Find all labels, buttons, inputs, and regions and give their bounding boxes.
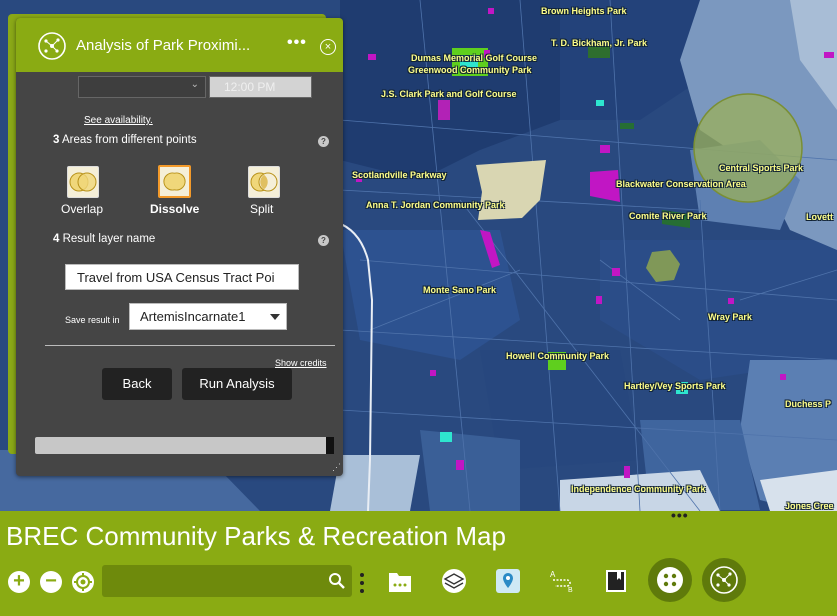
app-title: BREC Community Parks & Recreation Map	[6, 521, 506, 551]
section-label: Areas from different points	[61, 134, 197, 146]
chevron-down-icon: ⌄	[190, 79, 199, 90]
time-value: 12:00 PM	[224, 80, 276, 94]
section-label: Result layer name	[62, 233, 156, 245]
analysis-active-button[interactable]	[702, 558, 746, 602]
show-credits-link[interactable]: Show credits	[275, 358, 327, 368]
split-option-label[interactable]: Split	[250, 202, 273, 216]
progress-bar-end	[326, 437, 334, 454]
svg-text:B: B	[568, 587, 573, 594]
map-label: Comite River Park	[629, 211, 707, 221]
bookmark-icon[interactable]	[603, 568, 629, 594]
section-3-title: 3 Areas from different points	[53, 134, 197, 146]
map-label: Scotlandville Parkway	[352, 170, 447, 180]
more-options-icon[interactable]: •••	[287, 34, 307, 52]
directions-icon[interactable]	[495, 568, 521, 594]
run-analysis-button[interactable]: Run Analysis	[182, 368, 292, 400]
progress-bar	[35, 437, 333, 454]
see-availability-link[interactable]: See availability.	[84, 115, 153, 126]
map-label: Independence Community Park	[571, 484, 706, 494]
close-icon[interactable]: ×	[320, 39, 336, 55]
analysis-panel: Analysis of Park Proximi... ••• × ⌄ 12:0…	[8, 14, 343, 476]
bottom-toolbar: ••• BREC Community Parks & Recreation Ma…	[0, 507, 837, 616]
zoom-out-button[interactable]: −	[40, 571, 62, 593]
date-field[interactable]: ⌄	[78, 76, 206, 98]
map-label: Blackwater Conservation Area	[616, 179, 746, 189]
dissolve-option-label[interactable]: Dissolve	[150, 202, 199, 216]
dissolve-option-icon[interactable]	[158, 165, 191, 198]
map-label: Greenwood Community Park	[408, 65, 532, 75]
analysis-icon	[38, 32, 66, 60]
vertical-menu-icon[interactable]	[359, 572, 365, 594]
overlap-option-label[interactable]: Overlap	[61, 202, 103, 216]
overlap-option-icon[interactable]	[67, 166, 99, 198]
panel-body: Analysis of Park Proximi... ••• × ⌄ 12:0…	[16, 18, 343, 476]
layer-list-icon[interactable]	[387, 568, 413, 594]
map-label: Jones Cree	[785, 501, 834, 511]
locate-button[interactable]	[72, 571, 94, 593]
svg-text:A: A	[550, 570, 556, 579]
save-folder-select[interactable]: ArtemisIncarnate1	[129, 303, 287, 330]
map-label: T. D. Bickham, Jr. Park	[551, 38, 648, 48]
panel-header[interactable]: Analysis of Park Proximi... ••• ×	[16, 18, 343, 72]
search-icon[interactable]	[328, 572, 346, 590]
back-button[interactable]: Back	[102, 368, 172, 400]
map-label: Brown Heights Park	[541, 6, 627, 16]
search-box[interactable]	[102, 565, 352, 597]
measurement-icon[interactable]: AB	[549, 568, 575, 594]
split-option-icon[interactable]	[248, 166, 280, 198]
analysis-button[interactable]	[648, 558, 692, 602]
section-number: 4	[53, 233, 60, 245]
more-options-icon[interactable]: •••	[671, 507, 689, 523]
section-4-title: 4 Result layer name	[53, 233, 155, 245]
save-result-label: Save result in	[65, 315, 120, 325]
map-label: Wray Park	[708, 312, 752, 322]
result-layer-name-input[interactable]: Travel from USA Census Tract Poi	[65, 264, 299, 290]
help-icon[interactable]: ?	[318, 136, 329, 147]
basemap-gallery-icon[interactable]	[441, 568, 467, 594]
zoom-in-button[interactable]: +	[8, 571, 30, 593]
map-label: J.S. Clark Park and Golf Course	[381, 89, 517, 99]
analysis-icon	[657, 567, 683, 593]
caret-down-icon	[270, 314, 280, 320]
save-folder-value: ArtemisIncarnate1	[140, 309, 246, 324]
map-label: Hartley/Vey Sports Park	[624, 381, 726, 391]
resize-handle-icon[interactable]: ⋰	[332, 462, 341, 473]
map-label: Duchess P	[785, 399, 832, 409]
map-label: Central Sports Park	[719, 163, 804, 173]
map-label: Dumas Memorial Golf Course	[411, 53, 538, 63]
map-label: Monte Sano Park	[423, 285, 497, 295]
analysis-active-icon	[710, 566, 738, 594]
panel-title: Analysis of Park Proximi...	[76, 37, 251, 54]
map-label: Lovett	[806, 212, 833, 222]
help-icon[interactable]: ?	[318, 235, 329, 246]
map-label: Howell Community Park	[506, 351, 610, 361]
divider	[45, 345, 335, 346]
section-number: 3	[53, 134, 60, 146]
search-input[interactable]	[106, 569, 320, 593]
time-field[interactable]: 12:00 PM	[209, 76, 312, 98]
map-label: Anna T. Jordan Community Park	[366, 200, 505, 210]
